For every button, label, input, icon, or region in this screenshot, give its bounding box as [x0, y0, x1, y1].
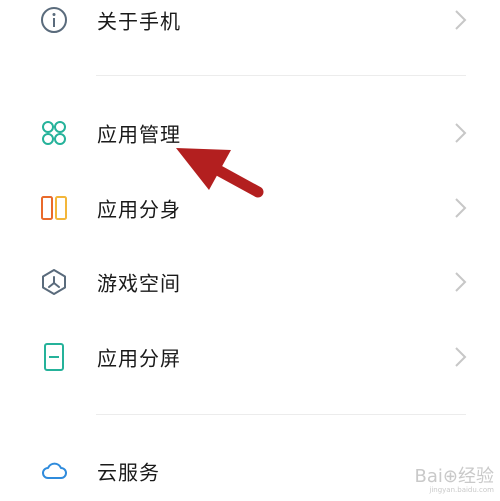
- watermark-logo: Bai⊕经验 jingyan.baidu.com: [414, 466, 494, 494]
- red-arrow-pointer: [176, 148, 264, 198]
